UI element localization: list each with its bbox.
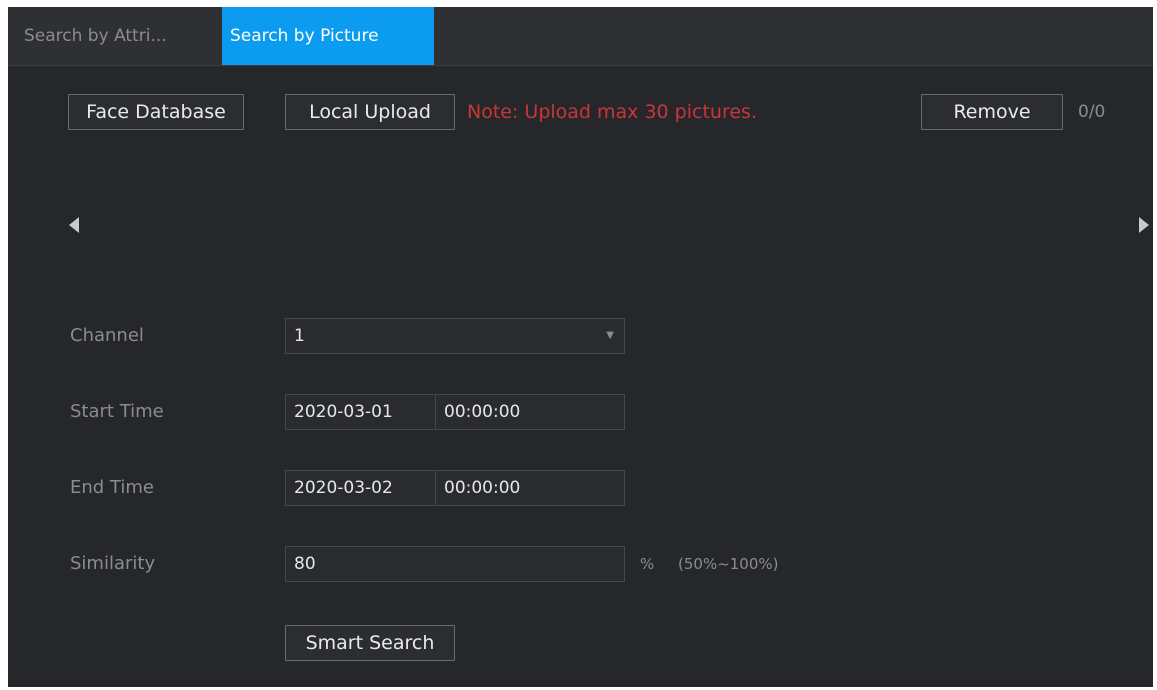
start-time[interactable]: 00:00:00: [436, 395, 520, 429]
end-date[interactable]: 2020-03-02: [286, 471, 436, 505]
similarity-label: Similarity: [70, 553, 156, 574]
tab-search-by-attribute[interactable]: Search by Attri...: [16, 7, 220, 65]
end-time-field[interactable]: 2020-03-02 00:00:00: [285, 470, 625, 506]
local-upload-button[interactable]: Local Upload: [285, 94, 455, 130]
start-date[interactable]: 2020-03-01: [286, 395, 436, 429]
similarity-input[interactable]: 80: [285, 546, 625, 582]
triangle-left-icon[interactable]: [66, 215, 82, 235]
channel-select[interactable]: 1 ▼: [285, 318, 625, 354]
face-database-button[interactable]: Face Database: [68, 94, 244, 130]
smart-search-button[interactable]: Smart Search: [285, 625, 455, 661]
remove-button[interactable]: Remove: [921, 94, 1063, 130]
start-time-label: Start Time: [70, 401, 164, 422]
end-time[interactable]: 00:00:00: [436, 471, 520, 505]
end-time-label: End Time: [70, 477, 154, 498]
triangle-right-icon[interactable]: [1136, 215, 1152, 235]
picture-count: 0/0: [1078, 102, 1106, 122]
search-panel: Search by Attri... Search by Picture Fac…: [8, 7, 1153, 687]
channel-value: 1: [294, 326, 305, 346]
start-time-field[interactable]: 2020-03-01 00:00:00: [285, 394, 625, 430]
percent-unit: %: [640, 555, 655, 573]
upload-note: Note: Upload max 30 pictures.: [467, 101, 757, 123]
tab-search-by-picture[interactable]: Search by Picture: [222, 7, 434, 65]
channel-label: Channel: [70, 325, 144, 346]
chevron-down-icon: ▼: [606, 330, 614, 341]
tab-bar: Search by Attri... Search by Picture: [8, 7, 1153, 66]
similarity-range-hint: (50%~100%): [678, 555, 779, 573]
